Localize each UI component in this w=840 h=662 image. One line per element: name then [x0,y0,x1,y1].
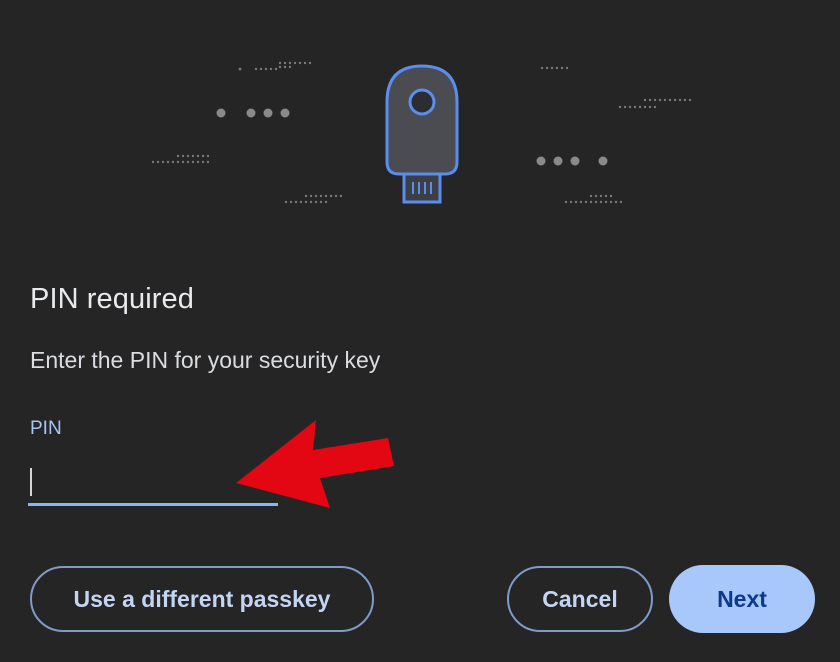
pin-dialog: PIN required Enter the PIN for your secu… [0,0,840,662]
pin-field-label: PIN [30,418,62,439]
next-button[interactable]: Next [669,565,815,633]
security-key-illustration [151,61,692,204]
use-different-passkey-button[interactable]: Use a different passkey [30,566,374,632]
dialog-subtitle: Enter the PIN for your security key [30,347,381,373]
security-key-icon [385,64,459,204]
red-arrow-icon [236,420,394,508]
dialog-title: PIN required [30,283,194,315]
text-caret [30,468,32,496]
cancel-button[interactable]: Cancel [507,566,653,632]
